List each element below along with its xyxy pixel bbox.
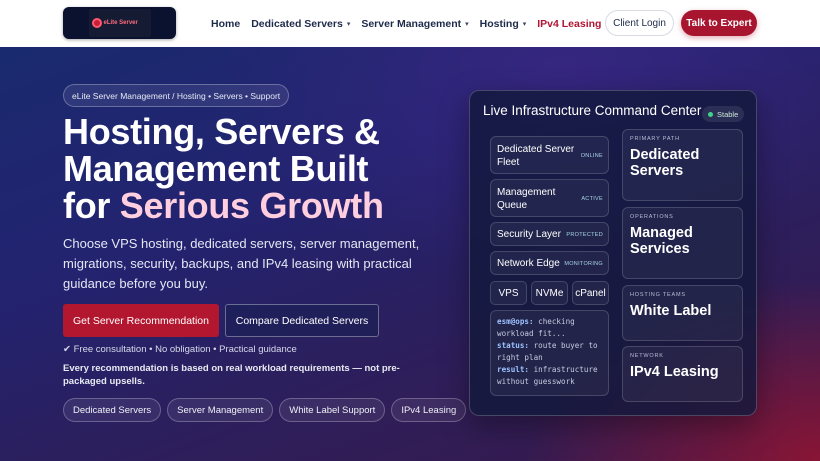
hero-section: eLite Server Management / Hosting • Serv…	[0, 47, 820, 461]
status-card-state: ACTIVE	[581, 196, 603, 202]
logo-mark-icon	[91, 18, 102, 28]
nav-item-ipv4-leasing[interactable]: IPv4 Leasing	[537, 18, 601, 30]
path-card-value: Dedicated Servers	[630, 147, 700, 179]
nav-label: IPv4 Leasing	[537, 17, 602, 30]
path-card-value: Managed Services	[630, 225, 693, 257]
service-pills: Dedicated Servers Server Management Whit…	[63, 398, 467, 422]
client-login-button[interactable]: Client Login	[605, 10, 674, 36]
site-logo[interactable]: eLite Server	[63, 7, 176, 39]
recommendation-note: Every recommendation is based on real wo…	[63, 363, 400, 387]
nav-item-home[interactable]: Home	[211, 18, 240, 30]
ops-terminal: esm@ops: checking workload fit... status…	[490, 310, 609, 396]
pill-dedicated-servers[interactable]: Dedicated Servers	[63, 398, 162, 422]
nav-item-dedicated-servers[interactable]: Dedicated Servers ▾	[251, 18, 350, 30]
path-card-value: White Label	[630, 303, 712, 319]
terminal-key: esm@ops:	[497, 317, 534, 326]
chevron-down-icon: ▾	[465, 20, 469, 28]
talk-to-expert-button[interactable]: Talk to Expert	[681, 10, 757, 36]
status-card-label: Security Layer	[497, 229, 561, 240]
nav-label: Server Management	[361, 17, 462, 30]
hero-lede: Choose VPS hosting, dedicated servers, s…	[63, 236, 420, 291]
status-card-state: PROTECTED	[566, 232, 603, 238]
headline-prefix: for	[63, 185, 120, 226]
panel-title: Live Infrastructure Command Center	[483, 103, 702, 118]
status-card-queue: Management Queue ACTIVE	[490, 179, 609, 217]
get-recommendation-button[interactable]: Get Server Recommendation	[63, 304, 219, 337]
status-card-state: ONLINE	[580, 153, 603, 159]
path-card-value: IPv4 Leasing	[630, 364, 719, 380]
terminal-key: result:	[497, 365, 530, 374]
path-card-network: NETWORK IPv4 Leasing	[622, 346, 743, 402]
terminal-line: esm@ops: checking workload fit...	[497, 316, 602, 340]
nav-label: Home	[211, 17, 241, 30]
pill-white-label-support[interactable]: White Label Support	[279, 398, 386, 422]
headline-line: Management Built	[63, 148, 369, 189]
path-card-kicker: OPERATIONS	[630, 214, 674, 220]
headline-line: Hosting, Servers &	[63, 111, 380, 152]
headline-accent: Serious Growth	[119, 185, 384, 226]
chevron-down-icon: ▾	[522, 20, 527, 28]
logo-badge: eLite Server	[88, 9, 151, 37]
hero-headline: Hosting, Servers & Management Built for …	[63, 113, 433, 224]
site-header: eLite Server Home Dedicated Servers ▾ Ser…	[0, 0, 820, 47]
status-card-fleet: Dedicated Server Fleet ONLINE	[490, 136, 609, 174]
headline-line: for Serious Growth	[63, 187, 433, 224]
nav-label: Hosting	[479, 17, 519, 30]
status-card-label: Management Queue	[497, 187, 556, 211]
chip-nvme: NVMe	[531, 281, 568, 305]
nav-item-hosting[interactable]: Hosting ▾	[480, 18, 527, 30]
chip-vps: VPS	[490, 281, 527, 305]
main-nav: Home Dedicated Servers ▾ Server Managemen…	[211, 0, 612, 47]
terminal-key: status:	[497, 341, 530, 350]
terminal-line: status: route buyer to right plan	[497, 340, 602, 364]
status-card-network: Network Edge MONITORING	[490, 251, 609, 275]
pill-ipv4-leasing[interactable]: IPv4 Leasing	[391, 398, 467, 422]
compare-dedicated-servers-button[interactable]: Compare Dedicated Servers	[225, 304, 379, 337]
path-card-hosting-teams: HOSTING TEAMS White Label	[622, 285, 743, 341]
status-card-security: Security Layer PROTECTED	[490, 222, 609, 246]
path-card-primary: PRIMARY PATH Dedicated Servers	[622, 129, 743, 201]
pill-server-management[interactable]: Server Management	[167, 398, 274, 422]
chip-cpanel: cPanel	[572, 281, 609, 305]
terminal-line: result: infrastructure without guesswork	[497, 364, 602, 388]
path-card-kicker: HOSTING TEAMS	[630, 292, 686, 298]
nav-label: Dedicated Servers	[251, 17, 343, 30]
breadcrumb: eLite Server Management / Hosting • Serv…	[63, 84, 290, 107]
status-dot-icon	[708, 111, 713, 117]
logo-text: eLite Server	[103, 20, 138, 26]
status-badge: Stable	[702, 106, 745, 122]
path-card-kicker: NETWORK	[630, 353, 664, 359]
trust-checks: ✔ Free consultation • No obligation • Pr…	[63, 344, 297, 355]
status-card-label: Dedicated Server Fleet	[497, 144, 575, 168]
status-card-state: MONITORING	[564, 261, 603, 267]
status-card-label: Network Edge	[497, 258, 560, 269]
path-card-kicker: PRIMARY PATH	[630, 136, 680, 142]
path-card-operations: OPERATIONS Managed Services	[622, 207, 743, 279]
status-text: Stable	[717, 109, 739, 119]
nav-item-server-management[interactable]: Server Management ▾	[361, 18, 468, 30]
chevron-down-icon: ▾	[346, 20, 351, 28]
